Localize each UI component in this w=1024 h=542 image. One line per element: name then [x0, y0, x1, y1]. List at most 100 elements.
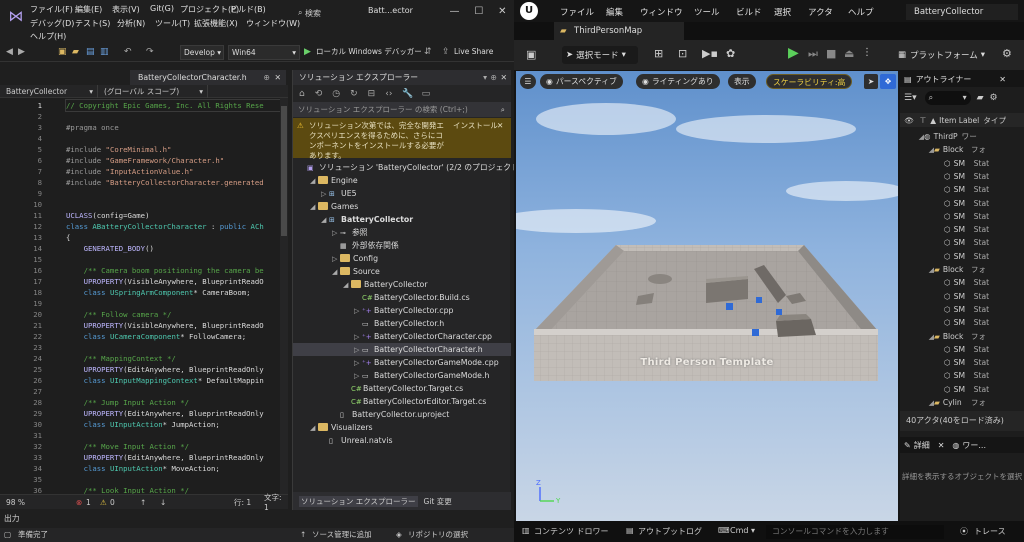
- home-icon[interactable]: ⌂: [299, 89, 305, 99]
- outliner-row[interactable]: ⬡ SM Stat: [900, 223, 1024, 236]
- level-viewport[interactable]: Z Y Third Person Template ☰ ◉ パースペクティブ ◉ ラ…: [516, 71, 898, 521]
- editor-scrollbar-thumb[interactable]: [281, 106, 287, 236]
- save-icon[interactable]: ▣: [526, 48, 536, 61]
- code-line[interactable]: UPROPERTY(VisibleAnywhere, BlueprintRead…: [66, 320, 264, 331]
- sequence-icon[interactable]: ▶▪: [702, 47, 718, 60]
- outliner-row[interactable]: ⬡ SM Stat: [900, 369, 1024, 382]
- code-line[interactable]: /** Follow camera */: [66, 309, 172, 320]
- code-line[interactable]: UPROPERTY(VisibleAnywhere, BlueprintRead…: [66, 276, 264, 287]
- zoom-level[interactable]: 98 %: [6, 498, 25, 507]
- outliner-row[interactable]: ◢ ▰ Block フォ: [900, 263, 1024, 276]
- pin-icon[interactable]: ⊕: [490, 70, 497, 85]
- solution-tree-item[interactable]: ▷ ▭ BatteryCollectorGameMode.h: [354, 369, 489, 382]
- lighting-button[interactable]: ◉ ライティングあり: [636, 74, 720, 89]
- redo-icon[interactable]: ↷: [146, 47, 154, 57]
- item-label-header[interactable]: Item Label: [939, 116, 979, 125]
- refresh-icon[interactable]: ↻: [350, 89, 358, 99]
- source-control-button[interactable]: ソース管理に追加: [312, 528, 372, 542]
- filter-icon[interactable]: ☰▾: [904, 93, 917, 103]
- tree-toggle-icon[interactable]: ◢: [310, 175, 318, 188]
- solution-tree-item[interactable]: ▭ BatteryCollector.h: [354, 317, 444, 330]
- vs-menu-item[interactable]: 表示(V): [112, 4, 140, 15]
- world-settings-tab[interactable]: ワー...: [962, 440, 986, 451]
- vs-menu-item[interactable]: 拡張機能(X): [194, 18, 238, 29]
- outliner-row[interactable]: ⬡ SM Stat: [900, 276, 1024, 289]
- ue-menu-item[interactable]: ヘルプ: [848, 6, 874, 18]
- vs-menu-item[interactable]: テスト(S): [75, 18, 110, 29]
- start-debug-icon[interactable]: ▶: [304, 47, 311, 57]
- code-line[interactable]: class USpringArmComponent* CameraBoom;: [66, 287, 251, 298]
- close-icon[interactable]: ✕: [498, 6, 506, 17]
- solution-tree-item[interactable]: ▦ 外部依存関係: [332, 239, 399, 252]
- close-icon[interactable]: ✕: [500, 70, 507, 85]
- scope-navigation-select[interactable]: (グローバル スコープ) ▾: [98, 85, 208, 98]
- tab-close-icon[interactable]: ✕: [274, 70, 281, 85]
- code-line[interactable]: GENERATED_BODY(): [66, 243, 154, 254]
- vs-menu-item[interactable]: Git(G): [150, 4, 174, 13]
- maximize-icon[interactable]: ☐: [474, 6, 483, 17]
- tree-toggle-icon[interactable]: ◢: [332, 266, 340, 279]
- select-cursor-icon[interactable]: ➤: [864, 74, 878, 89]
- details-tab[interactable]: 詳細: [914, 440, 930, 451]
- code-line[interactable]: class ABatteryCollectorCharacter : publi…: [66, 221, 264, 232]
- outliner-search-input[interactable]: ⌕ ▾: [924, 91, 971, 105]
- tree-toggle-icon[interactable]: ◢: [310, 201, 318, 214]
- expand-arrow-icon[interactable]: ◢: [900, 331, 934, 343]
- tab-git-changes[interactable]: Git 変更: [424, 496, 452, 507]
- vs-menu-item[interactable]: 分析(N): [117, 18, 145, 29]
- outliner-row[interactable]: ⬡ SM Stat: [900, 210, 1024, 223]
- forward-icon[interactable]: ▶: [18, 47, 25, 57]
- warning-count[interactable]: 0: [110, 498, 115, 507]
- new-project-icon[interactable]: ▣: [58, 47, 67, 57]
- tree-toggle-icon[interactable]: ◢: [321, 214, 329, 227]
- expand-arrow-icon[interactable]: ◢: [900, 131, 924, 143]
- solution-tree-item[interactable]: ▷ ⁺+ BatteryCollectorCharacter.cpp: [354, 330, 492, 343]
- attach-icon[interactable]: ⇵: [424, 47, 432, 57]
- expand-arrow-icon[interactable]: ◢: [900, 144, 934, 156]
- outliner-row[interactable]: ⬡ SM Stat: [900, 183, 1024, 196]
- ue-menu-item[interactable]: ウィンドウ: [640, 6, 683, 18]
- solution-tree-item[interactable]: ▷ ⊞ UE5: [321, 187, 357, 200]
- code-line[interactable]: UPROPERTY(EditAnywhere, BlueprintReadOnl…: [66, 408, 264, 419]
- live-share-icon[interactable]: ⇪: [442, 47, 450, 57]
- outliner-row[interactable]: ◢ ▰ Block フォ: [900, 330, 1024, 343]
- solution-tree-item[interactable]: ◢ Visualizers: [310, 421, 373, 434]
- undo-icon[interactable]: ↶: [124, 47, 132, 57]
- back-icon[interactable]: ◀: [6, 47, 13, 57]
- vs-menu-item[interactable]: ビルド(B): [230, 4, 266, 15]
- outliner-tab[interactable]: ▤ アウトライナー ✕: [900, 71, 1024, 87]
- trace-button[interactable]: トレース: [974, 526, 1006, 537]
- properties-icon[interactable]: 🔧: [402, 89, 413, 99]
- dropdown-icon[interactable]: ▾: [483, 70, 487, 85]
- solution-tree-item[interactable]: ▯ Unreal.natvis: [321, 434, 393, 447]
- add-folder-icon[interactable]: ▰: [977, 93, 984, 103]
- tree-toggle-icon[interactable]: ◢: [310, 422, 318, 435]
- solution-tree-item[interactable]: ▷ ⁺+ BatteryCollectorGameMode.cpp: [354, 356, 499, 369]
- error-count[interactable]: 1: [86, 498, 91, 507]
- solution-tree-item[interactable]: C#BatteryCollectorEditor.Target.cs: [343, 395, 486, 408]
- vs-menu-item[interactable]: ヘルプ(H): [30, 31, 66, 42]
- outliner-row[interactable]: ⬡ SM Stat: [900, 383, 1024, 396]
- code-line[interactable]: /** Look Input Action */: [66, 485, 189, 494]
- configuration-select[interactable]: Develop ▾: [180, 45, 224, 60]
- settings-icon[interactable]: ⚙: [990, 93, 998, 103]
- settings-icon[interactable]: ⚙: [1002, 47, 1012, 60]
- repository-select[interactable]: リポジトリの選択: [408, 528, 468, 542]
- solution-tree-item[interactable]: ◢ BatteryCollector: [343, 278, 428, 291]
- code-line[interactable]: UPROPERTY(EditAnywhere, BlueprintReadOnl…: [66, 364, 264, 375]
- minimize-icon[interactable]: —: [449, 6, 459, 17]
- platform-button[interactable]: ▦ プラットフォーム ▾: [898, 46, 988, 64]
- vs-menu-item[interactable]: ウィンドウ(W): [246, 18, 300, 29]
- tools-icon[interactable]: ✿: [726, 47, 735, 60]
- open-folder-icon[interactable]: ▰: [72, 47, 79, 57]
- code-line[interactable]: // Copyright Epic Games, Inc. All Rights…: [65, 99, 281, 112]
- ue-menu-item[interactable]: 選択: [774, 6, 791, 18]
- outliner-row[interactable]: ◢ ▰ Block フォ: [900, 143, 1024, 156]
- code-line[interactable]: UCLASS(config=Game): [66, 210, 149, 221]
- viewport-menu-icon[interactable]: ☰: [520, 74, 536, 89]
- project-navigation-select[interactable]: BatteryCollector ▾: [0, 85, 98, 98]
- ue-menu-item[interactable]: ツール: [694, 6, 720, 18]
- ue-menu-item[interactable]: アクタ: [808, 6, 833, 18]
- code-line[interactable]: /** Jump Input Action */: [66, 397, 189, 408]
- code-editor[interactable]: 1 // Copyright Epic Games, Inc. All Right…: [0, 98, 288, 494]
